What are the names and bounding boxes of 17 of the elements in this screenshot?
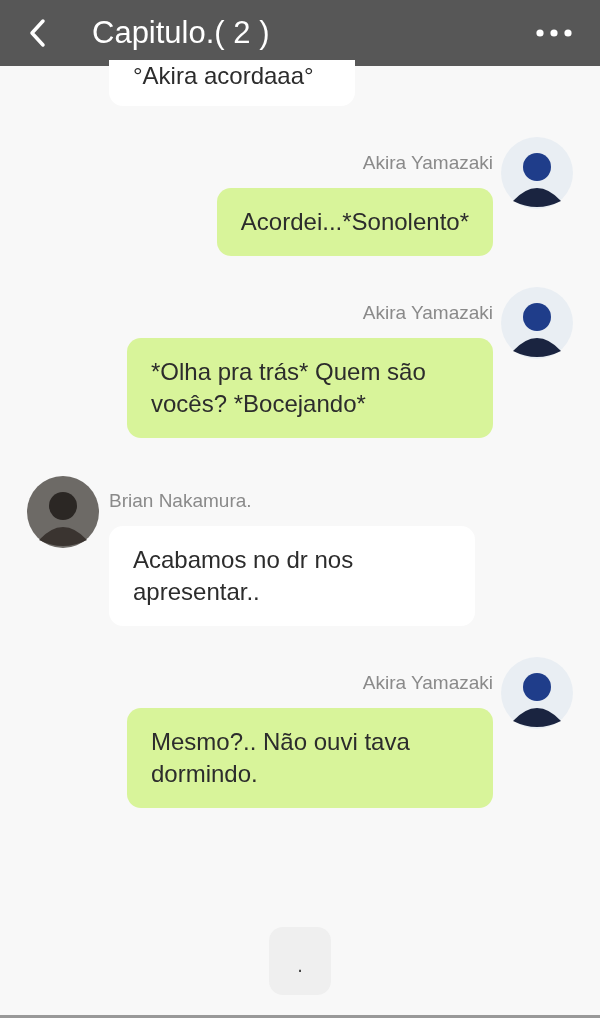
message-bubble: *Olha pra trás* Quem são vocês? *Bocejando* <box>127 338 493 438</box>
back-icon[interactable] <box>28 18 46 48</box>
message-bubble: Acabamos no dr nos apresentar.. <box>109 526 475 626</box>
avatar[interactable] <box>501 657 573 729</box>
chat-title: Capitulo.( 2 ) <box>92 15 271 51</box>
message-bubble: Acordei...*Sonolento* <box>216 188 493 256</box>
message-bubble: °Akira acordaaa° <box>109 60 355 106</box>
sender-name: Akira Yamazaki <box>362 672 493 694</box>
sender-name: Brian Nakamura. <box>109 490 253 512</box>
avatar[interactable] <box>501 137 573 209</box>
avatar[interactable] <box>27 476 99 548</box>
message-bubble: Mesmo?.. Não ouvi tava dormindo. <box>127 708 493 808</box>
sender-name: Akira Yamazaki <box>362 152 493 174</box>
avatar[interactable] <box>501 287 573 359</box>
more-icon[interactable] <box>536 29 572 37</box>
continue-button[interactable]: . <box>269 927 331 995</box>
sender-name: Akira Yamazaki <box>362 302 493 324</box>
